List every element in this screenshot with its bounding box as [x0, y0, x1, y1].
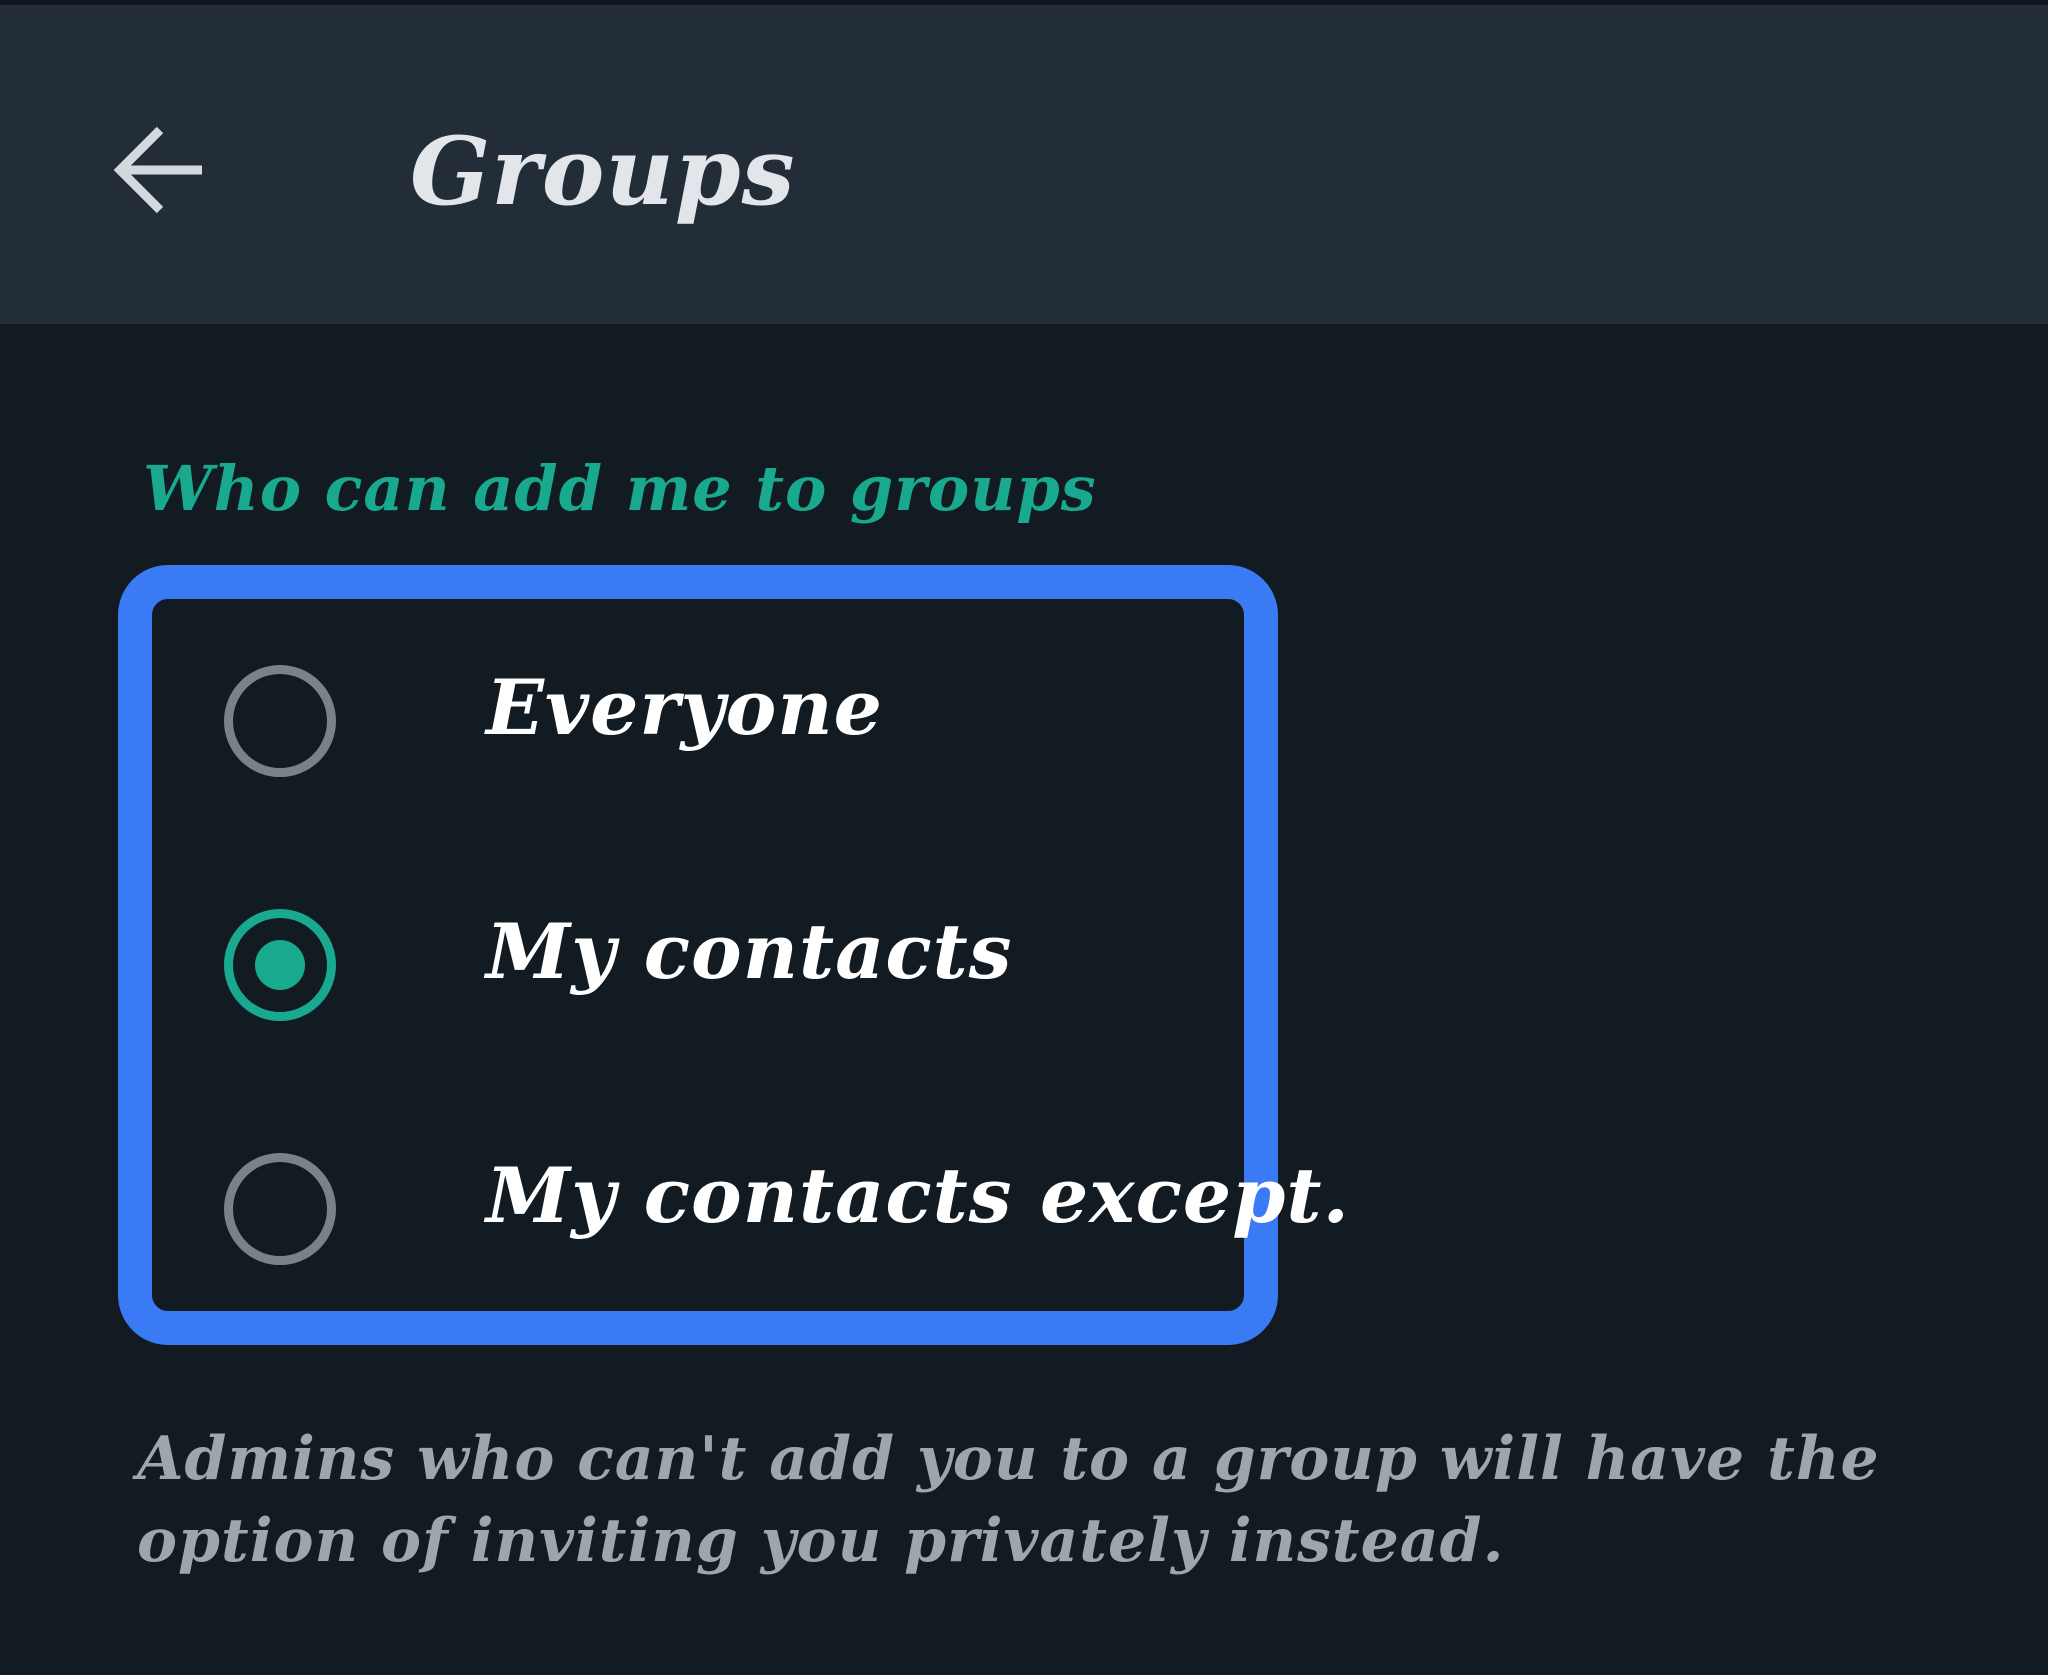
radio-my-contacts[interactable]	[224, 909, 336, 1021]
option-everyone[interactable]: Everyone	[152, 599, 1244, 843]
page-title: Groups	[410, 117, 796, 227]
radio-my-contacts-except[interactable]	[224, 1153, 336, 1265]
option-label-my-contacts: My contacts	[486, 907, 1013, 996]
option-my-contacts[interactable]: My contacts	[152, 843, 1244, 1087]
radio-selected-dot	[255, 940, 305, 990]
options-group: Everyone My contacts My contacts except.	[118, 565, 1349, 1345]
arrow-left-icon	[113, 126, 202, 214]
option-label-everyone: Everyone	[486, 663, 883, 752]
radio-everyone[interactable]	[224, 665, 336, 777]
option-label-my-contacts-except: My contacts except.	[486, 1151, 1350, 1240]
back-button[interactable]	[100, 105, 220, 235]
section-header: Who can add me to groups	[143, 452, 1097, 525]
app-bar: Groups	[0, 5, 2048, 324]
option-my-contacts-except[interactable]: My contacts except.	[152, 1087, 1349, 1331]
footnote-text: Admins who can't add you to a group will…	[137, 1424, 1880, 1576]
